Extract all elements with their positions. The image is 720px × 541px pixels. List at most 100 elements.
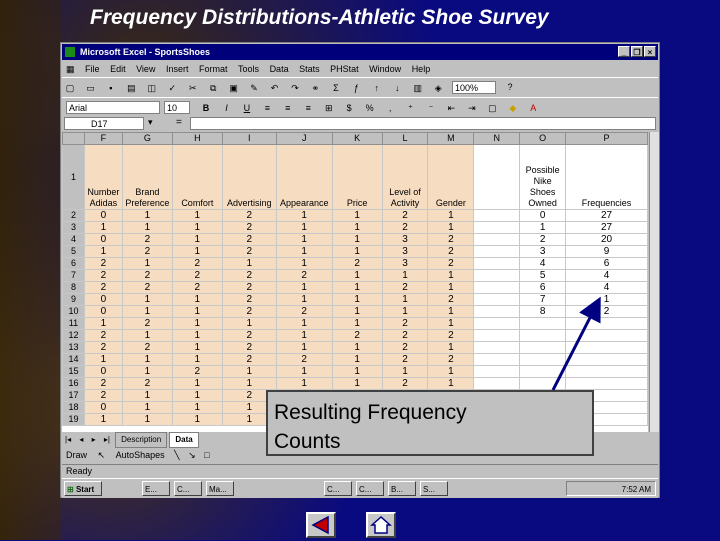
cell[interactable]: 2 — [83, 281, 123, 294]
cell[interactable]: 2 — [121, 281, 173, 294]
cell[interactable]: 2 — [381, 329, 429, 342]
cell[interactable]: 1 — [331, 317, 383, 330]
cell[interactable]: 4 — [565, 269, 648, 282]
cell[interactable]: 1 — [171, 377, 223, 390]
align-left-icon[interactable]: ≡ — [260, 102, 274, 115]
taskbar-item[interactable]: E... — [142, 481, 170, 496]
cell[interactable]: 2 — [121, 233, 173, 246]
spelling-icon[interactable]: ✓ — [165, 82, 179, 95]
column-title-cell[interactable]: Price — [331, 144, 383, 210]
cell[interactable] — [473, 221, 521, 234]
help-icon[interactable]: ? — [503, 81, 517, 94]
cell[interactable] — [473, 353, 521, 366]
cell[interactable] — [473, 233, 521, 246]
cell[interactable]: 2 — [83, 377, 123, 390]
cell[interactable]: 1 — [519, 221, 567, 234]
row-header[interactable]: 6 — [62, 257, 85, 270]
column-title-cell[interactable]: Brand Preference — [121, 144, 173, 210]
row-header[interactable]: 15 — [62, 365, 85, 378]
cell[interactable]: 2 — [519, 233, 567, 246]
cell[interactable]: 1 — [331, 209, 383, 222]
cell[interactable]: 1 — [275, 245, 333, 258]
column-header[interactable]: J — [275, 132, 333, 145]
cell[interactable] — [519, 317, 567, 330]
cell[interactable] — [473, 341, 521, 354]
row-header[interactable]: 7 — [62, 269, 85, 282]
row-header[interactable]: 18 — [62, 401, 85, 414]
cell[interactable] — [473, 329, 521, 342]
column-header[interactable]: P — [565, 132, 648, 145]
bold-icon[interactable]: B — [199, 102, 213, 115]
tab-scroll-last-icon[interactable]: ▸| — [101, 435, 113, 444]
cell[interactable]: 1 — [121, 353, 173, 366]
column-title-cell[interactable]: Frequencies — [565, 144, 648, 210]
menu-tools[interactable]: Tools — [234, 61, 263, 77]
cell[interactable]: 2 — [221, 305, 277, 318]
row-header[interactable]: 16 — [62, 377, 85, 390]
map-icon[interactable]: ◈ — [431, 82, 445, 95]
cell[interactable]: 1 — [121, 305, 173, 318]
cell[interactable]: 2 — [83, 341, 123, 354]
cell[interactable]: 1 — [83, 413, 123, 426]
cell[interactable]: 1 — [121, 257, 173, 270]
cell[interactable]: 2 — [565, 305, 648, 318]
cell[interactable]: 1 — [221, 377, 277, 390]
row-header[interactable]: 10 — [62, 305, 85, 318]
cell[interactable]: 1 — [171, 317, 223, 330]
taskbar-item[interactable]: C... — [174, 481, 202, 496]
cell[interactable]: 2 — [221, 353, 277, 366]
row-header[interactable]: 1 — [62, 144, 85, 210]
autosum-icon[interactable]: Σ — [329, 82, 343, 95]
taskbar-item[interactable]: C... — [324, 481, 352, 496]
column-header[interactable]: I — [221, 132, 277, 145]
cell[interactable]: 1 — [121, 413, 173, 426]
cell[interactable]: 2 — [381, 353, 429, 366]
cell[interactable]: 1 — [331, 305, 383, 318]
cell[interactable]: 1 — [171, 305, 223, 318]
row-header[interactable]: 11 — [62, 317, 85, 330]
cell[interactable]: 2 — [221, 329, 277, 342]
cell[interactable]: 0 — [83, 233, 123, 246]
cell[interactable]: 2 — [221, 245, 277, 258]
start-button[interactable]: ⊞ Start — [64, 481, 102, 496]
format-painter-icon[interactable]: ✎ — [247, 82, 261, 95]
cell[interactable]: 1 — [427, 341, 475, 354]
menu-format[interactable]: Format — [195, 61, 232, 77]
font-color-icon[interactable]: A — [526, 102, 540, 115]
open-icon[interactable]: ▭ — [83, 82, 97, 95]
cell[interactable]: 1 — [565, 293, 648, 306]
taskbar-item[interactable]: B... — [388, 481, 416, 496]
align-center-icon[interactable]: ≡ — [281, 102, 295, 115]
cell[interactable]: 0 — [83, 401, 123, 414]
preview-icon[interactable]: ◫ — [145, 82, 159, 95]
row-header[interactable]: 19 — [62, 413, 85, 426]
cell[interactable]: 1 — [83, 317, 123, 330]
cell[interactable]: 1 — [121, 221, 173, 234]
cell[interactable]: 3 — [381, 233, 429, 246]
save-icon[interactable]: ▪ — [104, 82, 118, 95]
new-icon[interactable]: ▢ — [63, 82, 77, 95]
cell[interactable]: 1 — [83, 353, 123, 366]
cell[interactable]: 1 — [275, 209, 333, 222]
column-header[interactable]: F — [83, 132, 123, 145]
chart-wizard-icon[interactable]: ▥ — [411, 82, 425, 95]
menu-view[interactable]: View — [132, 61, 159, 77]
cell[interactable] — [473, 257, 521, 270]
cell[interactable] — [565, 365, 648, 378]
cell[interactable] — [519, 353, 567, 366]
cell[interactable]: 0 — [83, 209, 123, 222]
cell[interactable]: 2 — [381, 341, 429, 354]
cell[interactable]: 2 — [221, 269, 277, 282]
fill-color-icon[interactable]: ◆ — [506, 102, 520, 115]
cell[interactable]: 1 — [275, 329, 333, 342]
cell[interactable]: 1 — [121, 209, 173, 222]
cell[interactable]: 1 — [427, 281, 475, 294]
tab-scroll-next-icon[interactable]: ▸ — [89, 435, 99, 444]
font-size-select[interactable]: 10 — [164, 101, 190, 114]
cell[interactable]: 2 — [427, 329, 475, 342]
previous-slide-button[interactable] — [306, 512, 336, 538]
cell[interactable]: 2 — [331, 329, 383, 342]
row-header[interactable]: 2 — [62, 209, 85, 222]
cell[interactable] — [473, 281, 521, 294]
column-header[interactable]: N — [473, 132, 521, 145]
